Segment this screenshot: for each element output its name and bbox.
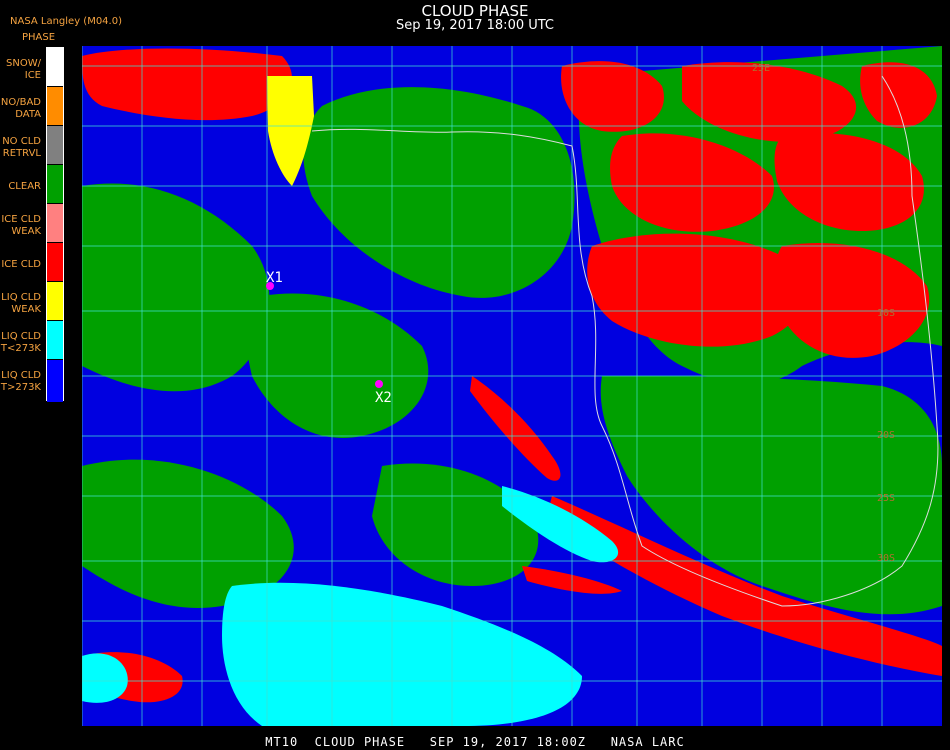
legend-label-line: T<273K <box>0 343 41 354</box>
legend-label-line: LIQ CLD <box>1 292 41 303</box>
legend-label: LIQ CLD T>273K <box>0 370 41 394</box>
legend-label: SNOW/ICE <box>0 58 41 82</box>
legend-label-line: LIQ CLD <box>1 370 41 381</box>
legend-swatch <box>47 126 63 165</box>
legend-label-line: NO CLD <box>2 136 41 147</box>
legend-label-line: T>273K <box>0 382 41 393</box>
legend-label-line: DATA <box>15 109 41 120</box>
marker-label: X2 <box>375 390 392 406</box>
legend-label: NO CLD RETRVL <box>0 136 41 160</box>
legend-color-bar <box>46 47 64 402</box>
grid-label: 25S <box>877 493 895 504</box>
legend-swatch <box>47 165 63 204</box>
legend-title: PHASE <box>22 32 56 43</box>
legend-label-line: ICE CLD <box>1 214 41 225</box>
legend-label: CLEAR <box>0 181 41 193</box>
legend-swatch <box>47 282 63 321</box>
marker-dot <box>375 380 383 388</box>
grid-label: 20S <box>877 430 895 441</box>
legend-label: LIQ CLD T<273K <box>0 331 41 355</box>
cloud-phase-map: X1 X2 25E 10S 20S 25S 30S <box>82 46 942 726</box>
grid-label: 10S <box>877 308 895 319</box>
legend-swatch <box>47 87 63 126</box>
legend-label-line: LIQ CLD <box>1 331 41 342</box>
legend-label-line: ICE <box>24 70 41 81</box>
legend-label-line: RETRVL <box>2 148 41 159</box>
chart-subtitle: Sep 19, 2017 18:00 UTC <box>395 18 555 33</box>
legend-label: LIQ CLD WEAK <box>0 292 41 316</box>
legend-label-line: WEAK <box>11 304 41 315</box>
marker-label: X1 <box>266 270 283 286</box>
legend-label-line: CLEAR <box>8 181 41 192</box>
legend-label: ICE CLD WEAK <box>0 214 41 238</box>
legend-label-line: WEAK <box>11 226 41 237</box>
org-label: NASA Langley (M04.0) <box>10 16 122 27</box>
legend-label-line: SNOW/ <box>6 58 41 69</box>
legend-swatch <box>47 204 63 243</box>
grid-label: 30S <box>877 553 895 564</box>
legend-swatch <box>47 360 63 402</box>
legend-label-line: NO/BAD <box>0 97 41 108</box>
map-canvas: X1 X2 25E 10S 20S 25S 30S <box>82 46 942 726</box>
grid-label: 25E <box>752 63 770 74</box>
legend-label-line: ICE CLD <box>1 259 41 270</box>
legend-swatch <box>47 321 63 360</box>
legend-swatch <box>47 48 63 87</box>
footer-caption: MT10 CLOUD PHASE SEP 19, 2017 18:00Z NAS… <box>265 735 685 749</box>
legend-label: NO/BAD DATA <box>0 97 41 121</box>
legend-label: ICE CLD <box>0 259 41 271</box>
legend-swatch <box>47 243 63 282</box>
